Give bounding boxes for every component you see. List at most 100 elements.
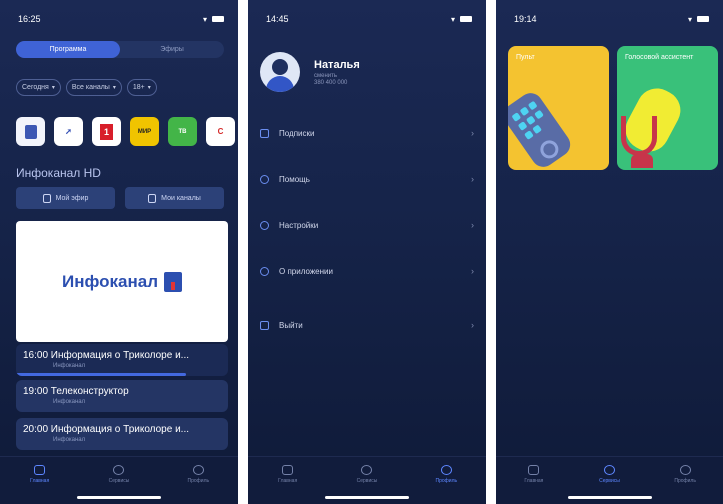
tab-services-label: Сервисы — [356, 478, 378, 484]
person-icon — [679, 465, 691, 475]
filter-day-label: Сегодня — [22, 84, 49, 91]
channel-red[interactable]: С — [206, 117, 235, 146]
filter-chips: Сегодня ▾ Все каналы ▾ 18+ ▾ — [16, 79, 157, 96]
services-icon — [113, 465, 125, 475]
filter-age-label: 18+ — [132, 84, 145, 91]
phone-icon — [42, 193, 51, 203]
user-phone: 380 400 000 — [314, 79, 348, 86]
status-time: 16:25 — [18, 14, 41, 24]
tab-home-label: Главная — [524, 478, 544, 484]
battery-icon — [697, 16, 709, 22]
tab-profile[interactable]: Профиль — [660, 465, 710, 504]
channel-rocket[interactable]: ➚ — [54, 117, 83, 146]
microphone-base-icon — [631, 154, 653, 168]
menu-item-subscriptions[interactable]: Подписки › — [260, 110, 474, 156]
menu-label: Помощь — [279, 174, 310, 184]
tab-profile-label: Профиль — [674, 478, 696, 484]
tab-home-label: Главная — [278, 478, 298, 484]
profile-info: Наталья сменить 380 400 000 — [314, 59, 360, 86]
my-broadcast-label: Мой эфир — [55, 194, 89, 202]
user-name: Наталья — [314, 58, 360, 71]
profile-header[interactable]: Наталья сменить 380 400 000 — [260, 52, 360, 92]
infochannel-logo-icon — [164, 271, 182, 292]
video-player[interactable]: Инфоканал — [16, 221, 228, 342]
service-cards: Пульт Голосовой ассистент — [508, 46, 718, 170]
rocket-channel-logo: ➚ — [65, 127, 72, 136]
tab-home[interactable]: Главная — [509, 465, 559, 504]
chevron-down-icon: ▾ — [147, 85, 151, 91]
program-progress-bar — [16, 373, 186, 376]
program-title: 16:00 Информация о Триколоре и... — [23, 350, 190, 361]
filter-channels[interactable]: Все каналы ▾ — [65, 79, 122, 96]
user-subtitle: сменить — [314, 72, 338, 79]
filter-age[interactable]: 18+ ▾ — [126, 79, 157, 96]
status-time: 19:14 — [514, 14, 537, 24]
wifi-icon: ▾ — [687, 14, 693, 24]
menu-label: Настройки — [279, 220, 319, 230]
subscriptions-icon — [260, 128, 269, 138]
tab-home-label: Главная — [30, 478, 50, 484]
menu-item-help[interactable]: Помощь › — [260, 156, 474, 202]
battery-icon — [212, 16, 224, 22]
screen-tv-program: 16:25 ▾ Программа Эфиры Сегодня ▾ Все кан… — [0, 0, 238, 504]
voice-assistant-card[interactable]: Голосовой ассистент — [617, 46, 718, 170]
battery-icon — [460, 16, 472, 22]
program-channel: Инфоканал — [53, 399, 86, 405]
services-icon — [361, 465, 373, 475]
tab-profile-label: Профиль — [187, 478, 210, 484]
tab-profile-label: Профиль — [435, 478, 458, 484]
tv-icon — [34, 465, 46, 475]
channel-one[interactable]: 1 — [92, 117, 121, 146]
remote-card[interactable]: Пульт — [508, 46, 609, 170]
chevron-right-icon: › — [471, 320, 474, 330]
menu-label: Подписки — [279, 128, 315, 138]
program-channel: Инфоканал — [53, 437, 86, 443]
menu-label: О приложении — [279, 266, 333, 276]
menu-label: Выйти — [279, 320, 303, 330]
segment-broadcasts[interactable]: Эфиры — [120, 41, 224, 58]
tv-icon — [282, 465, 294, 475]
home-indicator — [77, 496, 161, 499]
info-icon — [260, 266, 269, 276]
channel-actions: Мой эфир Мои каналы — [16, 187, 224, 209]
channel-title: Инфоканал HD — [16, 166, 101, 180]
person-icon — [192, 465, 204, 475]
tab-profile[interactable]: Профиль — [173, 465, 223, 504]
remote-control-icon — [508, 88, 575, 170]
menu-item-settings[interactable]: Настройки › — [260, 202, 474, 248]
voice-assistant-card-title: Голосовой ассистент — [625, 54, 694, 61]
services-icon — [603, 465, 615, 475]
channel-one-logo: 1 — [100, 123, 113, 140]
screen-services: 19:14 ▾ Пульт Голосовой ассистент Главна… — [496, 0, 723, 504]
segment-program[interactable]: Программа — [16, 41, 120, 58]
tab-services-label: Сервисы — [108, 478, 130, 484]
red-channel-logo: С — [217, 127, 224, 136]
program-item[interactable]: 20:00 Информация о Триколоре и... Инфока… — [16, 418, 228, 450]
mir-channel-logo: МИР — [137, 128, 152, 135]
program-channel: Инфоканал — [53, 363, 86, 369]
chevron-down-icon: ▾ — [51, 85, 55, 91]
tab-profile[interactable]: Профиль — [421, 465, 471, 504]
segment-control: Программа Эфиры — [16, 41, 224, 58]
status-bar: 19:14 ▾ — [514, 13, 709, 25]
remote-card-title: Пульт — [516, 54, 535, 61]
channel-kids[interactable]: ТВ — [168, 117, 197, 146]
filter-day[interactable]: Сегодня ▾ — [16, 79, 61, 96]
program-item[interactable]: 19:00 Телеконструктор Инфоканал — [16, 380, 228, 412]
menu-item-about[interactable]: О приложении › — [260, 248, 474, 294]
my-broadcast-button[interactable]: Мой эфир — [16, 187, 115, 209]
menu-item-logout[interactable]: Выйти › — [260, 302, 474, 348]
channel-mir[interactable]: МИР — [130, 117, 159, 146]
program-item-current[interactable]: 16:00 Информация о Триколоре и... Инфока… — [16, 344, 228, 376]
wifi-icon: ▾ — [450, 14, 456, 24]
my-channels-button[interactable]: Мои каналы — [125, 187, 224, 209]
status-bar: 16:25 ▾ — [18, 13, 224, 25]
kids-channel-logo: ТВ — [178, 128, 187, 135]
tab-home[interactable]: Главная — [263, 465, 313, 504]
program-title: 20:00 Информация о Триколоре и... — [23, 424, 190, 435]
tab-home[interactable]: Главная — [15, 465, 65, 504]
status-icons: ▾ — [688, 15, 709, 24]
player-brand: Инфоканал — [61, 271, 158, 291]
channel-info[interactable] — [16, 117, 45, 146]
wifi-icon: ▾ — [202, 14, 208, 24]
